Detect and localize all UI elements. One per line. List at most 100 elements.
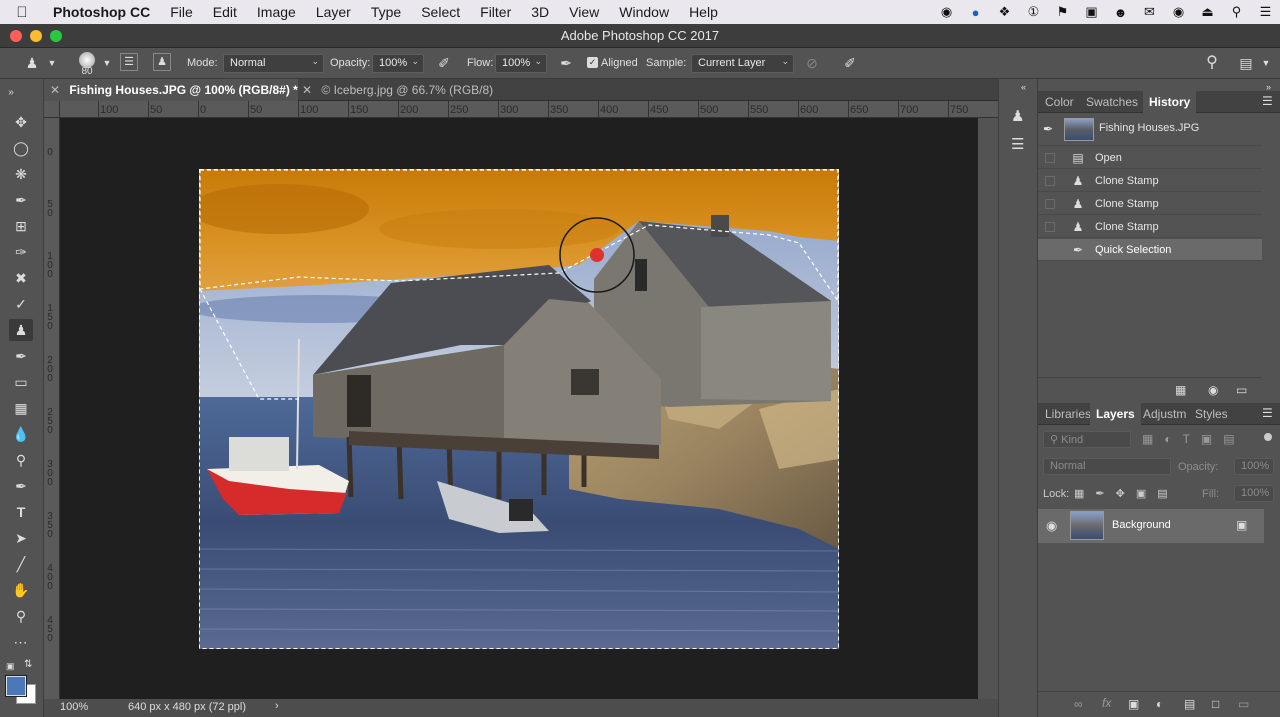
blend-mode-dropdown[interactable]: Normal [1043,458,1171,475]
zoom-tool-icon[interactable]: ⚲ [9,605,33,627]
menu-view[interactable]: View [559,4,609,20]
layer-filter-kind[interactable]: ⚲ Kind [1043,431,1131,448]
one-password-icon[interactable]: ① [1019,4,1048,20]
menu-help[interactable]: Help [679,4,728,20]
camera-icon[interactable]: ◉ [1208,383,1218,397]
layer-name[interactable]: Background [1112,519,1171,531]
flag-icon[interactable]: ⚑ [1048,4,1077,20]
move-tool-icon[interactable]: ✥ [9,111,33,133]
menu-type[interactable]: Type [361,4,411,20]
eyedropper-tool-icon[interactable]: ✑ [9,241,33,263]
tab-history[interactable]: History [1143,91,1197,113]
panel-menu-icon[interactable]: ☰ [1262,94,1273,108]
eject-icon[interactable]: ⏏ [1193,4,1222,20]
new-layer-icon[interactable]: □ [1212,697,1219,711]
default-colors-icon[interactable]: ▣ [6,661,15,672]
close-window-button[interactable] [10,30,22,42]
app-menu[interactable]: Photoshop CC [44,4,160,20]
layer-row[interactable]: ◉ Background ▣ [1038,509,1264,543]
preset-dropdown-icon[interactable]: ▼ [42,53,62,73]
pressure-size-icon[interactable]: ✐ [840,53,860,73]
hand-tool-icon[interactable]: ✋ [9,579,33,601]
history-brush-checkbox[interactable] [1045,245,1055,255]
dropbox-icon[interactable]: ❖ [990,4,1019,20]
blur-tool-icon[interactable]: 💧 [9,423,33,445]
layer-mask-icon[interactable]: ▣ [1128,697,1139,711]
new-document-from-state-icon[interactable]: ▦ [1175,383,1186,397]
menu-filter[interactable]: Filter [470,4,521,20]
clone-source-icon[interactable]: ♟ [153,53,171,71]
healing-tool-icon[interactable]: ✖ [9,267,33,289]
line-tool-icon[interactable]: ╱ [9,553,33,575]
list-icon[interactable]: ☰ [1251,4,1280,20]
menu-select[interactable]: Select [411,4,470,20]
clone-stamp-preset-icon[interactable]: ♟ [22,53,42,73]
link-layers-icon[interactable]: ∞ [1074,697,1083,711]
trash-icon[interactable]: ▭ [1236,383,1247,397]
history-brush-checkbox[interactable] [1045,222,1055,232]
clone-source-panel-icon[interactable]: ♟ [1011,107,1024,125]
folder-icon[interactable]: ▤ [1184,697,1195,711]
fill-field[interactable]: 100% [1234,485,1274,502]
layer-filter-icons[interactable]: ▦◐T▣▤ [1142,432,1246,446]
history-snapshot[interactable]: ✒ Fishing Houses.JPG [1038,114,1262,146]
pen-tool-icon[interactable]: ✒ [9,475,33,497]
brush-dropdown-icon[interactable]: ▼ [97,53,117,73]
blue-dot-icon[interactable]: ● [961,5,990,20]
tab-adjustments[interactable]: Adjustm [1143,403,1186,425]
flow-field[interactable]: 100% ⌄ [495,54,547,73]
menu-edit[interactable]: Edit [203,4,247,20]
status-menu-icon[interactable]: › [275,700,279,712]
user-icon[interactable]: ☻ [1106,5,1135,20]
quick-selection-tool-icon[interactable]: ✒ [9,189,33,211]
collapse-dock-icon[interactable]: « [1021,82,1026,92]
apple-icon[interactable]:  [0,4,44,21]
filter-toggle[interactable] [1264,433,1272,441]
history-brush-checkbox[interactable] [1045,199,1055,209]
tab-fishing-houses[interactable]: ✕ Fishing Houses.JPG @ 100% (RGB/8#) * [44,79,298,101]
eye-icon[interactable]: ◉ [1046,518,1057,534]
adjustment-layer-icon[interactable]: ◐ [1156,697,1163,711]
airbrush-icon[interactable]: ✒ [556,53,576,73]
trash-icon[interactable]: ▭ [1238,697,1249,711]
vertical-ruler[interactable]: 050100150200250300350400450 [44,118,60,699]
history-item[interactable]: ♟ Clone Stamp [1038,216,1262,238]
tab-iceberg[interactable]: ✕ © Iceberg.jpg @ 66.7% (RGB/8) [302,79,493,101]
crop-tool-icon[interactable]: ⊞ [9,215,33,237]
eraser-tool-icon[interactable]: ▭ [9,371,33,393]
workspace-dropdown-icon[interactable]: ▼ [1256,53,1276,73]
history-brush-source-icon[interactable]: ✒ [1043,122,1053,136]
spotlight-icon[interactable]: ⚲ [1222,4,1251,20]
minimize-window-button[interactable] [30,30,42,42]
swap-colors-icon[interactable]: ⇅ [24,659,32,670]
layer-opacity-field[interactable]: 100% [1234,458,1274,475]
menu-layer[interactable]: Layer [306,4,361,20]
aligned-checkbox[interactable]: ✓ [587,57,598,68]
horizontal-ruler[interactable]: 100 50 0 50 100 150 200 250 300 350 400 450 500 550 60… [60,101,998,118]
speech-icon[interactable]: ✉ [1135,4,1164,20]
menu-window[interactable]: Window [609,4,679,20]
search-icon[interactable]: ⚲ [1202,53,1222,73]
pressure-opacity-icon[interactable]: ✐ [434,53,454,73]
history-brush-checkbox[interactable] [1045,153,1055,163]
tab-layers[interactable]: Layers [1090,403,1141,425]
fx-icon[interactable]: fx [1102,696,1111,710]
history-item-selected[interactable]: ✒ Quick Selection [1038,239,1262,261]
menu-3d[interactable]: 3D [521,4,559,20]
lock-icons[interactable]: ▦✒✥▣▤ [1074,487,1179,500]
history-item[interactable]: ▤ Open [1038,147,1262,169]
type-tool-icon[interactable]: T [9,501,33,523]
close-icon[interactable]: ✕ [50,83,60,97]
history-brush-checkbox[interactable] [1045,176,1055,186]
path-selection-tool-icon[interactable]: ➤ [9,527,33,549]
clone-stamp-tool-icon[interactable]: ♟ [9,319,33,341]
foreground-color-swatch[interactable] [6,676,26,696]
tab-styles[interactable]: Styles [1195,403,1228,425]
properties-panel-icon[interactable]: ☰ [1011,135,1024,153]
brush-panel-icon[interactable]: ☰ [120,53,138,71]
tab-libraries[interactable]: Libraries [1045,403,1091,425]
workspace-icon[interactable]: ▤ [1236,53,1256,73]
creative-cloud-icon[interactable]: ◉ [932,4,961,20]
history-brush-tool-icon[interactable]: ✒ [9,345,33,367]
sample-dropdown[interactable]: Current Layer ⌄ [691,54,794,73]
